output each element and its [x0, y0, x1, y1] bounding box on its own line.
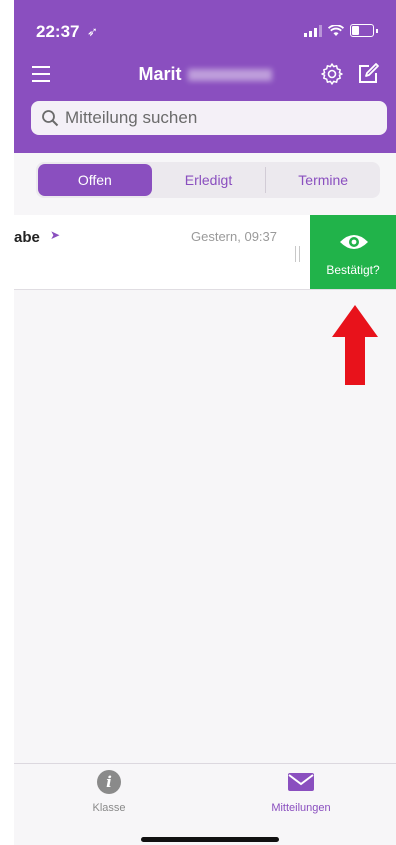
redacted-name: [187, 69, 272, 82]
wifi-icon: [328, 24, 344, 36]
red-arrow-annotation: [332, 305, 378, 385]
search-input[interactable]: Mitteilung suchen: [31, 101, 387, 135]
tab-klasse-label: Klasse: [92, 802, 126, 814]
swipe-handle[interactable]: [295, 246, 300, 262]
signal-icon: [304, 24, 322, 37]
search-placeholder: Mitteilung suchen: [65, 108, 198, 127]
confirm-label: Bestätigt?: [326, 263, 380, 277]
tab-klasse[interactable]: i Klasse: [14, 770, 204, 814]
sent-arrow-icon: ➤: [50, 228, 61, 242]
segmented-control: Offen Erledigt Termine: [36, 162, 380, 198]
mail-icon: [288, 773, 314, 791]
nav-row: Marit: [14, 58, 396, 98]
message-date: Gestern, 09:37: [191, 229, 277, 244]
search-icon: [42, 110, 59, 127]
battery-icon: [350, 24, 374, 37]
tab-offen[interactable]: Offen: [38, 164, 152, 196]
status-time: 22:37: [36, 22, 80, 41]
location-arrow-icon: ➶: [87, 24, 98, 39]
bottom-tab-bar: i Klasse Mitteilungen: [14, 763, 396, 845]
home-indicator: [141, 837, 279, 842]
tab-mitteilungen-label: Mitteilungen: [271, 802, 331, 814]
confirm-swipe-button[interactable]: Bestätigt?: [310, 215, 396, 289]
tab-mitteilungen[interactable]: Mitteilungen: [206, 770, 396, 814]
gear-icon[interactable]: [320, 62, 344, 86]
tab-erledigt[interactable]: Erledigt: [152, 164, 266, 196]
info-icon: i: [97, 770, 121, 794]
status-icons: [304, 24, 378, 37]
app-header: 22:37 ➶ Marit Mitteilung suchen: [14, 0, 396, 153]
battery-tip: [376, 28, 378, 33]
page-title-text: Marit: [138, 64, 182, 84]
phone-screen: 22:37 ➶ Marit Mitteilung suchen Offen Er…: [14, 0, 396, 845]
photo-frame-left: [0, 0, 14, 845]
status-bar: 22:37 ➶: [14, 20, 396, 44]
message-title: abe: [14, 229, 40, 246]
compose-icon[interactable]: [356, 62, 380, 86]
eye-icon: [340, 235, 368, 249]
tab-termine[interactable]: Termine: [266, 164, 380, 196]
